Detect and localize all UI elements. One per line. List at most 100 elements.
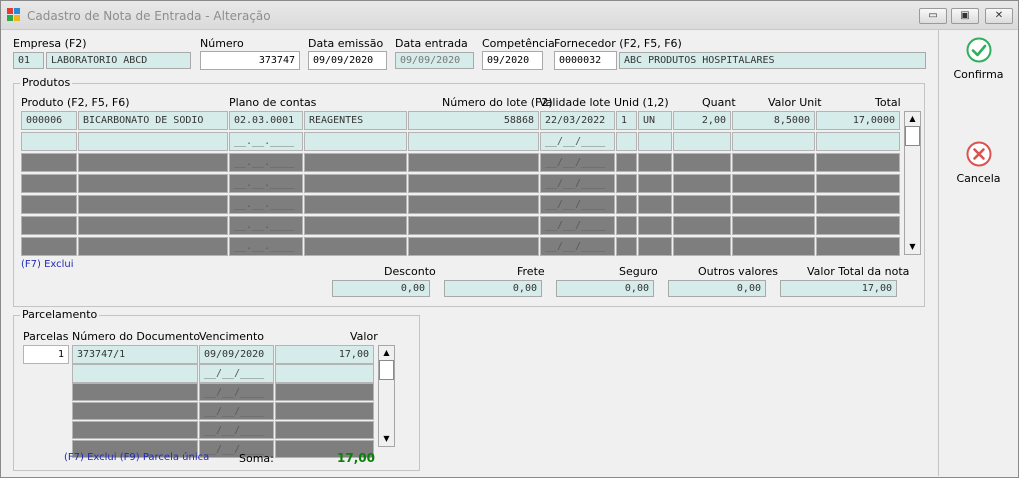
valor-total-field: 17,00 [780, 280, 897, 297]
row2-lote[interactable] [408, 132, 539, 151]
col-lote: Número do lote (F2) [442, 96, 553, 109]
data-entrada-field: 09/09/2020 [395, 52, 474, 69]
disabled-grid-cell: __/__/____ [540, 195, 615, 214]
row1-total[interactable]: 17,0000 [816, 111, 900, 130]
parcelas-scrollbar[interactable]: ▲ ▼ [378, 345, 395, 447]
row1-plano-codigo[interactable]: 02.03.0001 [229, 111, 303, 130]
disabled-grid-cell [275, 402, 374, 420]
disabled-grid-cell [304, 195, 407, 214]
row2-plano-codigo[interactable]: __.__.____ [229, 132, 303, 151]
parcela2-documento[interactable] [72, 364, 198, 383]
action-sidebar: Confirma Cancela [938, 30, 1018, 476]
col-parcelas: Parcelas [23, 330, 69, 343]
parcela1-documento[interactable]: 373747/1 [72, 345, 198, 364]
disabled-grid-cell [78, 237, 228, 256]
row2-validade[interactable]: __/__/____ [540, 132, 615, 151]
parcelamento-title: Parcelamento [20, 308, 100, 321]
disabled-grid-cell: __/__/____ [540, 174, 615, 193]
disabled-grid-cell [638, 195, 672, 214]
row1-unid[interactable]: UN [638, 111, 672, 130]
disabled-grid-cell [673, 153, 731, 172]
disabled-grid-cell [21, 153, 77, 172]
row1-plano-desc[interactable]: REAGENTES [304, 111, 407, 130]
row1-lote[interactable]: 58868 [408, 111, 539, 130]
outros-field: 0,00 [668, 280, 766, 297]
produtos-scrollbar[interactable]: ▲ ▼ [904, 111, 921, 255]
disabled-grid-cell [732, 237, 815, 256]
title-bar: Cadastro de Nota de Entrada - Alteração … [1, 1, 1018, 30]
scroll-down-icon[interactable]: ▼ [379, 432, 394, 446]
row2-quant[interactable] [673, 132, 731, 151]
parcelas-input[interactable]: 1 [23, 345, 69, 364]
minimize-button[interactable]: ▭ [919, 8, 947, 24]
disabled-grid-cell [673, 237, 731, 256]
disabled-grid-cell [304, 237, 407, 256]
scroll-up-icon[interactable]: ▲ [379, 346, 394, 360]
valor-total-label: Valor Total da nota [807, 265, 910, 278]
row1-quant[interactable]: 2,00 [673, 111, 731, 130]
fornecedor-code-input[interactable]: 0000032 [554, 51, 617, 70]
disabled-grid-cell [21, 174, 77, 193]
disabled-grid-cell [673, 216, 731, 235]
restore-button[interactable]: ▣ [951, 8, 979, 24]
row1-valor-unit[interactable]: 8,5000 [732, 111, 815, 130]
disabled-grid-cell [78, 153, 228, 172]
scroll-up-icon[interactable]: ▲ [905, 112, 920, 126]
produtos-title: Produtos [20, 76, 73, 89]
cancela-button[interactable]: Cancela [939, 141, 1018, 185]
window-title: Cadastro de Nota de Entrada - Alteração [27, 9, 271, 23]
data-entrada-label: Data entrada [395, 37, 468, 50]
row1-unid-num[interactable]: 1 [616, 111, 637, 130]
cancela-label: Cancela [956, 172, 1001, 185]
scroll-thumb[interactable] [905, 126, 920, 146]
disabled-grid-cell [816, 174, 900, 193]
cancel-icon [966, 141, 991, 167]
disabled-grid-cell [638, 174, 672, 193]
disabled-grid-cell: __.__.____ [229, 216, 303, 235]
col-vencimento: Vencimento [199, 330, 265, 343]
parcela1-vencimento[interactable]: 09/09/2020 [199, 345, 274, 364]
row1-validade[interactable]: 22/03/2022 [540, 111, 615, 130]
disabled-grid-cell [616, 216, 637, 235]
competencia-input[interactable]: 09/2020 [482, 51, 543, 70]
row1-descricao[interactable]: BICARBONATO DE SODIO [78, 111, 228, 130]
numero-input[interactable]: 373747 [200, 51, 300, 70]
data-emissao-input[interactable]: 09/09/2020 [308, 51, 387, 70]
parcela2-vencimento[interactable]: __/__/____ [199, 364, 274, 383]
empresa-code-field[interactable]: 01 [13, 52, 44, 69]
disabled-grid-cell: __/__/____ [199, 383, 274, 401]
disabled-grid-cell [616, 237, 637, 256]
confirma-button[interactable]: Confirma [939, 37, 1018, 81]
check-icon [966, 37, 991, 63]
disabled-grid-cell [408, 174, 539, 193]
empresa-label: Empresa (F2) [13, 37, 87, 50]
desconto-field: 0,00 [332, 280, 430, 297]
frete-label: Frete [517, 265, 545, 278]
row2-unid-num[interactable] [616, 132, 637, 151]
parcela2-valor[interactable] [275, 364, 374, 383]
disabled-grid-cell [732, 216, 815, 235]
disabled-grid-cell [638, 216, 672, 235]
col-unid: Unid (1,2) [614, 96, 669, 109]
disabled-grid-cell [816, 195, 900, 214]
row2-total[interactable] [816, 132, 900, 151]
row2-valor-unit[interactable] [732, 132, 815, 151]
row2-plano-desc[interactable] [304, 132, 407, 151]
row2-unid[interactable] [638, 132, 672, 151]
disabled-grid-cell: __/__/____ [199, 402, 274, 420]
close-button[interactable]: ✕ [985, 8, 1013, 24]
scroll-thumb[interactable] [379, 360, 394, 380]
disabled-grid-cell [21, 195, 77, 214]
row1-codigo[interactable]: 000006 [21, 111, 77, 130]
parcela1-valor[interactable]: 17,00 [275, 345, 374, 364]
disabled-grid-cell [78, 195, 228, 214]
col-total: Total [875, 96, 901, 109]
disabled-grid-cell [21, 216, 77, 235]
data-emissao-label: Data emissão [308, 37, 384, 50]
disabled-grid-cell [816, 237, 900, 256]
row2-descricao[interactable] [78, 132, 228, 151]
row2-codigo[interactable] [21, 132, 77, 151]
scroll-down-icon[interactable]: ▼ [905, 240, 920, 254]
disabled-grid-cell: __/__/____ [199, 421, 274, 439]
competencia-label: Competência [482, 37, 555, 50]
